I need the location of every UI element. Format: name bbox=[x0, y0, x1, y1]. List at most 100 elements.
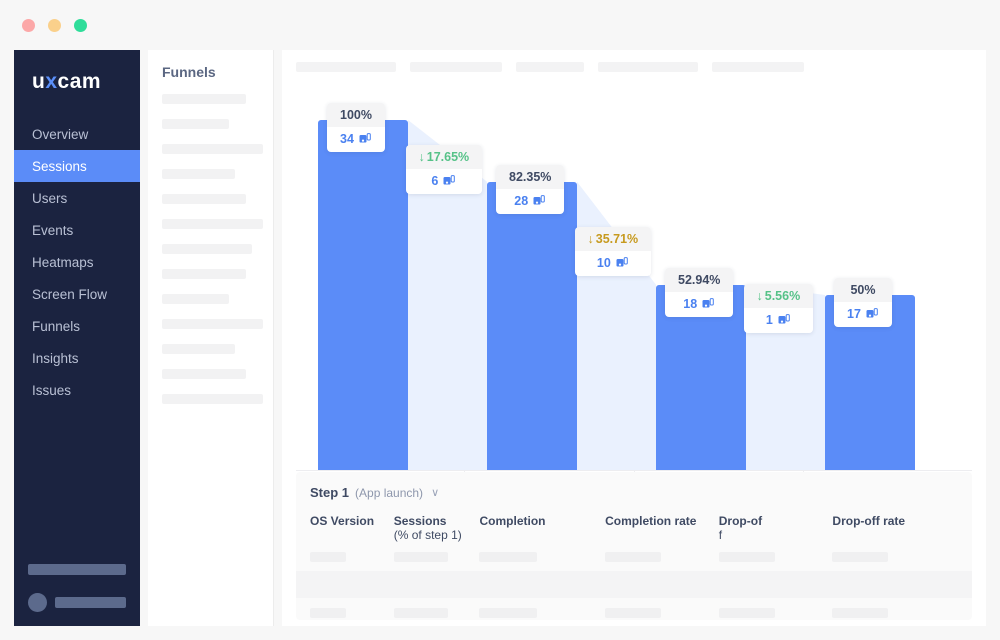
sidebar-item-insights[interactable]: Insights bbox=[14, 342, 140, 374]
table-cell-placeholder bbox=[718, 552, 775, 562]
sidebar-item-screen-flow[interactable]: Screen Flow bbox=[14, 278, 140, 310]
table-cell-placeholder bbox=[479, 552, 538, 562]
table-column-header[interactable]: Sessions (% of step 1) bbox=[394, 514, 480, 542]
table-column-header[interactable]: Drop-off rate bbox=[832, 514, 972, 542]
toolbar-placeholder[interactable] bbox=[296, 62, 396, 72]
window-titlebar bbox=[0, 0, 1000, 50]
device-icon bbox=[866, 308, 879, 320]
table-column-label: Sessions bbox=[393, 514, 447, 528]
toolbar-placeholder[interactable] bbox=[410, 62, 502, 72]
step-percent: 100% bbox=[327, 103, 385, 127]
sidebar: u x cam Overview Sessions Users Events Hea… bbox=[14, 50, 140, 626]
table-cell-placeholder bbox=[310, 552, 346, 562]
step-percent: 82.35% bbox=[496, 164, 565, 189]
funnel-step-tooltip: 82.35% 28 bbox=[496, 164, 565, 214]
sidebar-item-issues[interactable]: Issues bbox=[14, 374, 140, 406]
funnel-list-item-placeholder[interactable] bbox=[162, 394, 263, 404]
funnel-bar[interactable] bbox=[318, 120, 408, 470]
device-icon bbox=[533, 194, 546, 207]
table-column-header[interactable]: OS Version bbox=[310, 514, 394, 542]
app-window: u x cam Overview Sessions Users Events Hea… bbox=[0, 0, 1000, 640]
funnel-list-item-placeholder[interactable] bbox=[162, 369, 246, 379]
table-cell bbox=[832, 552, 972, 562]
step-selector[interactable]: Step 1 (App launch) ∨ bbox=[296, 472, 972, 500]
window-minimize-button[interactable] bbox=[48, 18, 61, 32]
funnels-panel: Funnels bbox=[148, 50, 274, 626]
sidebar-item-users[interactable]: Users bbox=[14, 182, 140, 214]
table-cell bbox=[605, 552, 719, 562]
app-logo[interactable]: u x cam bbox=[14, 60, 140, 104]
window-maximize-button[interactable] bbox=[74, 18, 87, 32]
step-count-value: 28 bbox=[514, 193, 529, 208]
step-label: Step 1 bbox=[310, 485, 350, 500]
funnel-list-item-placeholder[interactable] bbox=[162, 219, 263, 229]
funnel-list-item-placeholder[interactable] bbox=[162, 244, 252, 254]
dropoff-count: 6 bbox=[405, 168, 483, 194]
device-icon bbox=[443, 174, 456, 187]
sidebar-item-overview[interactable]: Overview bbox=[14, 118, 140, 150]
funnel-bar[interactable] bbox=[487, 181, 577, 470]
sidebar-item-events[interactable]: Events bbox=[14, 214, 140, 246]
table-column-header[interactable]: Drop-of f bbox=[719, 514, 833, 542]
sidebar-user[interactable] bbox=[14, 593, 140, 612]
funnel-list-item-placeholder[interactable] bbox=[162, 194, 246, 204]
sidebar-item-label: Insights bbox=[32, 350, 79, 366]
funnel-list-item-placeholder[interactable] bbox=[162, 319, 263, 329]
window-close-button[interactable] bbox=[22, 18, 35, 32]
funnel-list-item-placeholder[interactable] bbox=[162, 144, 263, 154]
device-icon bbox=[359, 133, 372, 145]
logo-text-post: cam bbox=[57, 70, 102, 93]
arrow-down-icon: ↓ bbox=[756, 288, 763, 303]
dropoff-count: 1 bbox=[743, 307, 814, 333]
funnel-list-item-placeholder[interactable] bbox=[162, 119, 229, 129]
funnel-list-item-placeholder[interactable] bbox=[162, 269, 246, 279]
table-column-header[interactable]: Completion bbox=[479, 514, 605, 542]
logo-text-pre: u bbox=[32, 70, 46, 93]
sidebar-item-heatmaps[interactable]: Heatmaps bbox=[14, 246, 140, 278]
step-count: 17 bbox=[834, 302, 892, 327]
logo-text-accent: x bbox=[45, 70, 58, 93]
table-cell bbox=[605, 608, 719, 618]
funnel-step-tooltip: 50% 17 bbox=[834, 278, 892, 327]
step-percent: 50% bbox=[834, 278, 892, 302]
sidebar-item-funnels[interactable]: Funnels bbox=[14, 310, 140, 342]
sidebar-item-label: Overview bbox=[32, 126, 89, 142]
table-column-label: Completion rate bbox=[605, 514, 697, 528]
dropoff-count-value: 10 bbox=[596, 256, 611, 271]
table-cell-placeholder bbox=[832, 552, 889, 562]
table-cell bbox=[832, 608, 972, 618]
sidebar-item-sessions[interactable]: Sessions bbox=[14, 150, 140, 182]
device-icon bbox=[702, 297, 715, 310]
step-percent: 52.94% bbox=[665, 267, 734, 292]
toolbar-placeholder[interactable] bbox=[712, 62, 804, 72]
sidebar-item-label: Funnels bbox=[32, 318, 81, 334]
funnel-step-tooltip: 52.94% 18 bbox=[665, 267, 734, 317]
table-cell bbox=[479, 552, 605, 562]
step-count: 18 bbox=[665, 291, 734, 317]
table-cell-placeholder bbox=[832, 608, 889, 618]
funnel-list-item-placeholder[interactable] bbox=[162, 169, 235, 179]
toolbar-placeholder[interactable] bbox=[516, 62, 584, 72]
sidebar-footer-placeholder bbox=[28, 564, 126, 575]
funnels-list bbox=[148, 80, 273, 404]
device-icon bbox=[778, 313, 791, 326]
toolbar-placeholder[interactable] bbox=[598, 62, 698, 72]
step-count: 34 bbox=[327, 127, 385, 152]
table-row[interactable] bbox=[296, 608, 972, 618]
table-row[interactable] bbox=[296, 552, 972, 562]
table-column-label: OS Version bbox=[310, 514, 375, 528]
funnel-list-item-placeholder[interactable] bbox=[162, 344, 235, 354]
main-content: 100% 34 82.35% 28 52.94% 18 50% 17 ↓ 17.65% 6 ↓ 35.7… bbox=[282, 50, 986, 626]
table-column-header[interactable]: Completion rate bbox=[605, 514, 719, 542]
sidebar-item-label: Events bbox=[32, 222, 74, 238]
funnel-list-item-placeholder[interactable] bbox=[162, 94, 246, 104]
table-cell bbox=[718, 608, 833, 618]
chevron-down-icon[interactable]: ∨ bbox=[431, 486, 439, 499]
sidebar-item-label: Sessions bbox=[32, 158, 87, 174]
table-cell bbox=[718, 552, 833, 562]
table-row-highlight[interactable] bbox=[296, 571, 972, 598]
step-count-value: 17 bbox=[847, 307, 861, 321]
funnel-dropoff-wedge bbox=[746, 88, 825, 470]
step-count-value: 34 bbox=[340, 132, 354, 146]
funnel-list-item-placeholder[interactable] bbox=[162, 294, 229, 304]
